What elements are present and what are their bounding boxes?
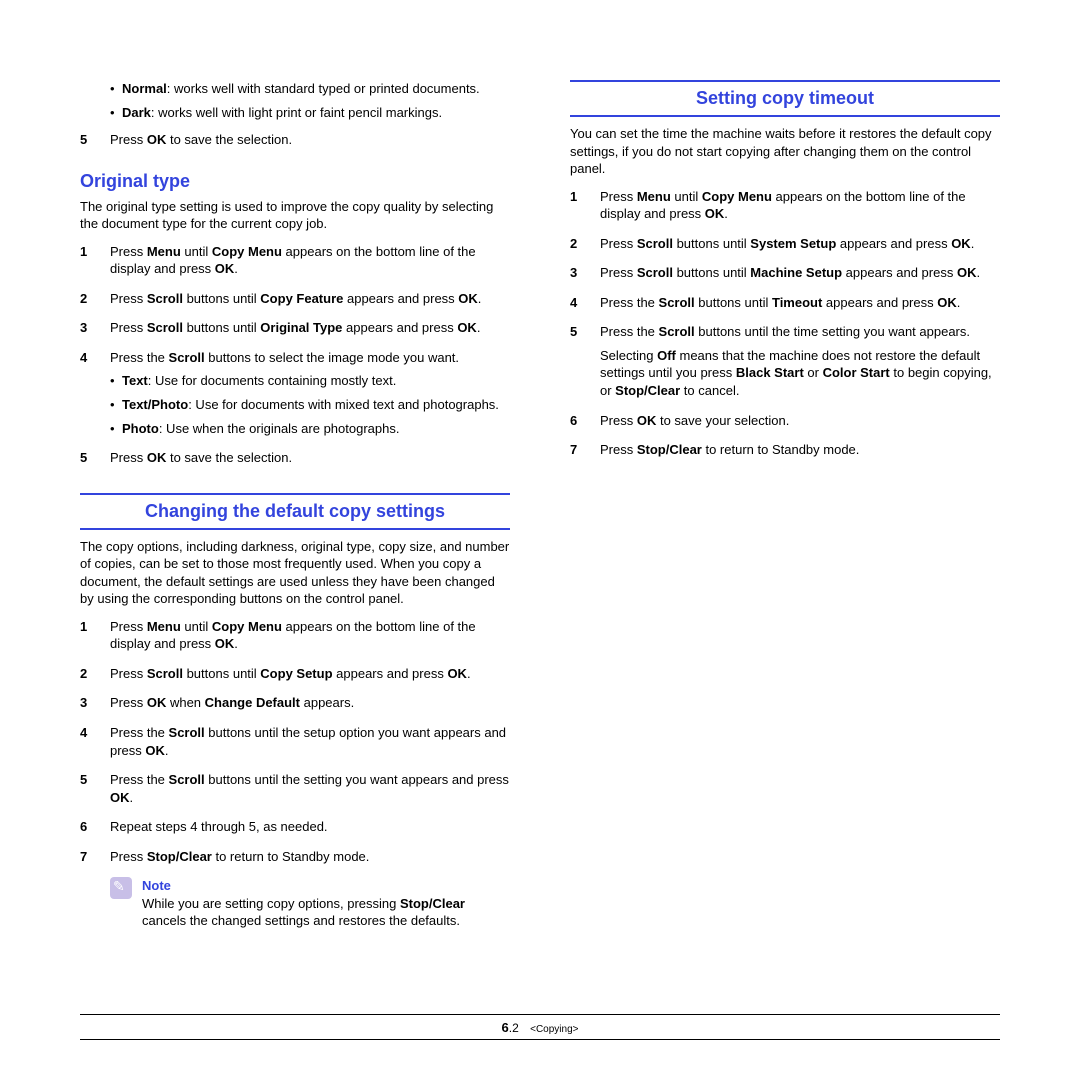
step-item: Press Scroll buttons until Copy Feature … [80,290,510,308]
step-item: Press Scroll buttons until Original Type… [80,319,510,337]
list-item: Photo: Use when the originals are photog… [110,420,510,438]
step-item: Press Stop/Clear to return to Standby mo… [80,848,510,866]
step-item: Press OK to save the selection. [80,449,510,467]
original-type-intro: The original type setting is used to imp… [80,198,510,233]
step-item: Press OK to save your selection. [570,412,1000,430]
step-item: Press the Scroll buttons until the setup… [80,724,510,759]
left-column: Normal: works well with standard typed o… [80,80,510,930]
step-item: Press OK to save the selection. [80,131,510,149]
image-mode-list: Text: Use for documents containing mostl… [110,372,510,437]
section-heading-changing-defaults: Changing the default copy settings [80,493,510,530]
list-item: Text/Photo: Use for documents with mixed… [110,396,510,414]
list-item: Normal: works well with standard typed o… [110,80,510,98]
changing-defaults-steps: Press Menu until Copy Menu appears on th… [80,618,510,865]
note-icon [110,877,132,899]
note-text: While you are setting copy options, pres… [142,895,510,930]
major-section: Changing the default copy settings [80,493,510,530]
step-item: Press the Scroll buttons until Timeout a… [570,294,1000,312]
list-item: Dark: works well with light print or fai… [110,104,510,122]
page-footer: 6.2 <Copying> [80,1014,1000,1040]
step-item: Press Scroll buttons until System Setup … [570,235,1000,253]
step-item: Press the Scroll buttons until the time … [570,323,1000,399]
two-column-layout: Normal: works well with standard typed o… [80,80,1000,930]
original-type-steps: Press Menu until Copy Menu appears on th… [80,243,510,467]
changing-defaults-intro: The copy options, including darkness, or… [80,538,510,608]
darkness-options-list: Normal: works well with standard typed o… [80,80,510,121]
step-sub-note: Selecting Off means that the machine doe… [600,347,1000,400]
major-section: Setting copy timeout [570,80,1000,117]
step-item: Repeat steps 4 through 5, as needed. [80,818,510,836]
note-block: Note While you are setting copy options,… [80,877,510,930]
timeout-steps: Press Menu until Copy Menu appears on th… [570,188,1000,459]
darkness-save-step: Press OK to save the selection. [80,131,510,149]
page-number-minor: .2 [509,1021,519,1035]
step-item: Press Scroll buttons until Machine Setup… [570,264,1000,282]
section-heading-copy-timeout: Setting copy timeout [570,80,1000,117]
section-heading-original-type: Original type [80,171,510,192]
right-column: Setting copy timeout You can set the tim… [570,80,1000,930]
note-title: Note [142,877,510,895]
step-item: Press Stop/Clear to return to Standby mo… [570,441,1000,459]
timeout-intro: You can set the time the machine waits b… [570,125,1000,178]
step-item: Press Menu until Copy Menu appears on th… [80,618,510,653]
step-item: Press the Scroll buttons to select the i… [80,349,510,437]
chapter-label: <Copying> [530,1024,578,1035]
list-item: Text: Use for documents containing mostl… [110,372,510,390]
step-item: Press the Scroll buttons until the setti… [80,771,510,806]
manual-page: Normal: works well with standard typed o… [0,0,1080,1080]
step-item: Press Scroll buttons until Copy Setup ap… [80,665,510,683]
step-item: Press OK when Change Default appears. [80,694,510,712]
note-body: Note While you are setting copy options,… [142,877,510,930]
step-item: Press Menu until Copy Menu appears on th… [570,188,1000,223]
step-item: Press Menu until Copy Menu appears on th… [80,243,510,278]
page-number-major: 6 [502,1020,509,1035]
